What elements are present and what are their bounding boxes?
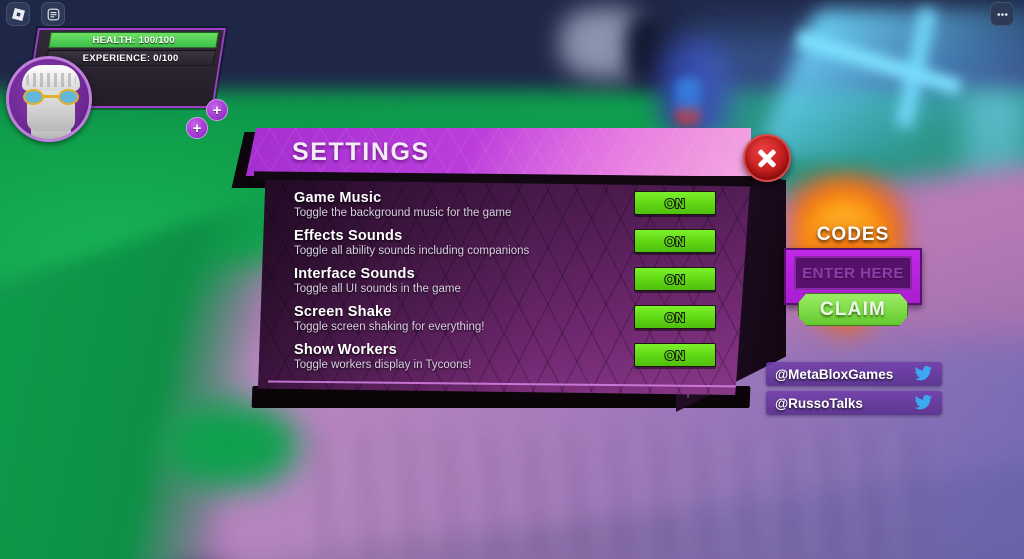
health-bar: HEALTH: 100/100 bbox=[48, 32, 219, 48]
close-icon bbox=[755, 146, 779, 170]
ground-texture bbox=[300, 430, 920, 559]
claim-button[interactable]: CLAIM bbox=[798, 293, 908, 326]
code-input-placeholder: ENTER HERE bbox=[802, 264, 904, 282]
social-link-russotalks[interactable]: @RussoTalks bbox=[766, 391, 942, 415]
toggle-state-label: ON bbox=[664, 233, 686, 250]
code-input[interactable]: ENTER HERE bbox=[794, 256, 912, 290]
health-label: HEALTH: 100/100 bbox=[92, 34, 175, 46]
add-coins-button[interactable]: + bbox=[206, 99, 228, 121]
avatar-hair bbox=[22, 65, 80, 91]
toggle-show-workers[interactable]: ON bbox=[634, 343, 716, 367]
toggle-effects-sounds[interactable]: ON bbox=[634, 229, 716, 253]
player-hud: HEALTH: 100/100 EXPERIENCE: 0/100 0 0 + … bbox=[0, 28, 228, 142]
avatar-glasses bbox=[23, 89, 79, 105]
chat-icon bbox=[47, 8, 59, 20]
twitter-icon bbox=[914, 366, 933, 381]
avatar-lens-right bbox=[58, 89, 79, 105]
roblox-logo-icon bbox=[11, 7, 25, 21]
roblox-logo-button[interactable] bbox=[6, 2, 30, 26]
toggle-state-label: ON bbox=[664, 347, 686, 364]
social-handle: @MetaBloxGames bbox=[775, 366, 894, 382]
chat-button[interactable] bbox=[41, 2, 65, 26]
toggle-interface-sounds[interactable]: ON bbox=[634, 267, 716, 291]
settings-rows: Game Music Toggle the background music f… bbox=[246, 128, 786, 423]
more-options-button[interactable] bbox=[990, 2, 1014, 26]
settings-panel: SETTINGS Game Music Toggle the backgroun… bbox=[231, 128, 791, 423]
more-options-icon bbox=[996, 12, 1008, 16]
toggle-state-label: ON bbox=[664, 309, 686, 326]
claim-button-label: CLAIM bbox=[819, 298, 887, 320]
add-gems-button[interactable]: + bbox=[186, 117, 208, 139]
toggle-state-label: ON bbox=[664, 195, 686, 212]
codes-title: CODES bbox=[816, 224, 890, 245]
avatar-lens-left bbox=[23, 89, 44, 105]
toggle-screen-shake[interactable]: ON bbox=[634, 305, 716, 329]
toggle-state-label: ON bbox=[664, 271, 686, 288]
twitter-icon bbox=[914, 395, 933, 410]
player-avatar[interactable] bbox=[6, 56, 92, 142]
social-handle: @RussoTalks bbox=[775, 395, 863, 411]
social-link-metabloxgames[interactable]: @MetaBloxGames bbox=[766, 362, 942, 386]
close-button[interactable] bbox=[743, 134, 791, 182]
toggle-game-music[interactable]: ON bbox=[634, 191, 716, 215]
experience-label: EXPERIENCE: 0/100 bbox=[82, 52, 179, 64]
